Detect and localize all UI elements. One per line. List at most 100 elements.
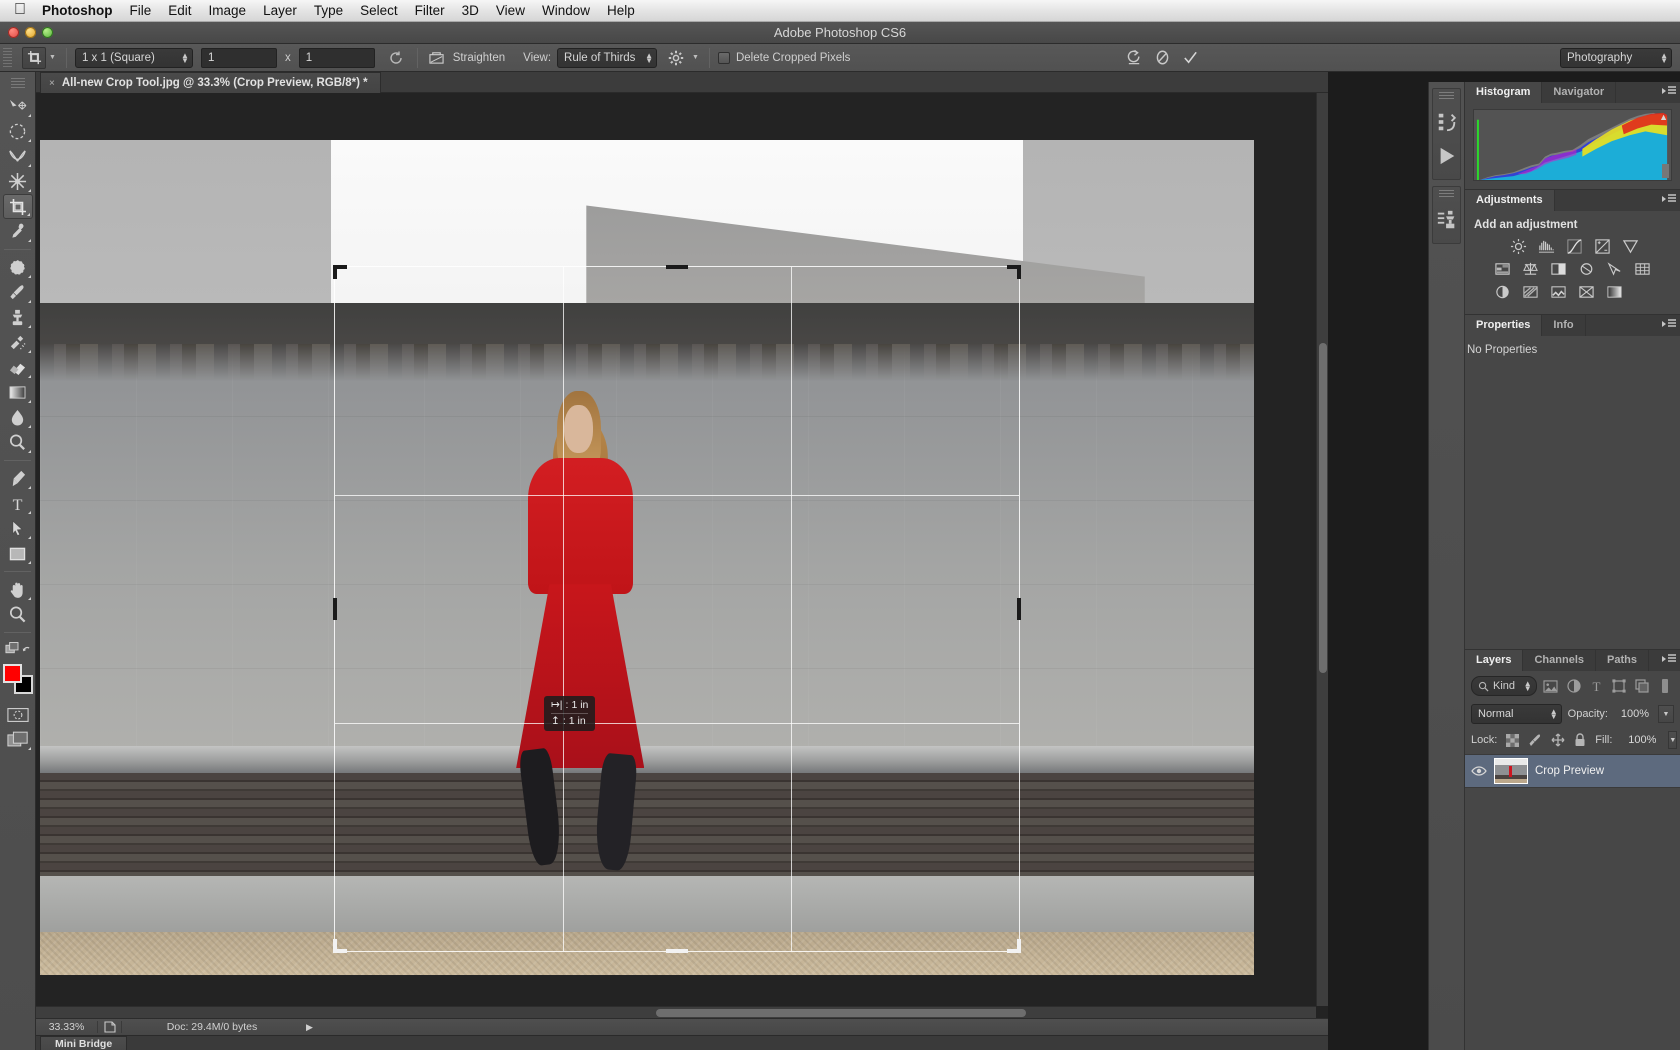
tab-layers[interactable]: Layers (1465, 650, 1523, 671)
zoom-level-field[interactable]: 33.33% (36, 1021, 98, 1033)
menu-file[interactable]: File (130, 3, 152, 18)
horizontal-scroll-thumb[interactable] (656, 1009, 1026, 1017)
delete-cropped-pixels-checkbox[interactable] (718, 52, 730, 64)
panel-menu-icon[interactable] (1662, 194, 1676, 204)
color-balance-icon[interactable] (1519, 260, 1541, 278)
crop-tool[interactable] (3, 194, 33, 219)
straighten-label[interactable]: Straighten (453, 52, 505, 64)
window-controls[interactable] (8, 27, 53, 38)
workspace-stepper-icon[interactable]: ▲▼ (1660, 53, 1668, 63)
quick-mask-icon[interactable] (3, 702, 33, 727)
history-panel-icon[interactable] (1433, 105, 1460, 139)
tool-flyout-icon[interactable] (28, 536, 31, 539)
canvas-vertical-scrollbar[interactable] (1316, 93, 1328, 1006)
panel-menu-icon[interactable] (1662, 654, 1676, 664)
layer-filter-kind-select[interactable]: Kind ▲▼ (1471, 676, 1537, 696)
tool-flyout-icon[interactable] (28, 511, 31, 514)
overlay-stepper-icon[interactable]: ▲▼ (645, 53, 653, 63)
options-bar-gripper[interactable] (3, 48, 12, 68)
tab-navigator[interactable]: Navigator (1542, 82, 1616, 103)
tool-flyout-icon[interactable] (28, 239, 31, 242)
tool-flyout-icon[interactable] (28, 189, 31, 192)
lock-transparent-pixels-icon[interactable] (1506, 734, 1519, 747)
foreground-color-swatch[interactable] (3, 664, 22, 683)
tool-flyout-icon[interactable] (28, 425, 31, 428)
mini-bridge-tab[interactable]: Mini Bridge (40, 1036, 127, 1050)
aspect-stepper-icon[interactable]: ▲▼ (181, 53, 189, 63)
crop-overlay-select[interactable]: Rule of Thirds ▲▼ (557, 48, 657, 68)
menu-edit[interactable]: Edit (168, 3, 191, 18)
filter-pixel-icon[interactable] (1542, 677, 1560, 695)
panel-menu-icon[interactable] (1662, 319, 1676, 329)
eye-icon[interactable] (1471, 765, 1487, 777)
gear-caret-icon[interactable]: ▼ (692, 54, 699, 61)
tab-properties[interactable]: Properties (1465, 315, 1542, 336)
apple-logo-icon[interactable]:  (14, 2, 26, 18)
spot-healing-brush-tool[interactable] (3, 255, 33, 280)
opacity-value[interactable]: 100% (1614, 705, 1652, 723)
tab-histogram[interactable]: Histogram (1465, 82, 1542, 103)
commit-checkmark-icon[interactable] (1176, 49, 1204, 66)
edit-in-quick-mask-toggle-row[interactable] (3, 638, 33, 660)
vibrance-icon[interactable] (1619, 237, 1641, 255)
kind-stepper-icon[interactable]: ▲▼ (1524, 681, 1532, 691)
workspace-switcher[interactable]: Photography ▲▼ (1560, 48, 1672, 68)
tool-flyout-icon[interactable] (28, 325, 31, 328)
tool-flyout-icon[interactable] (28, 139, 31, 142)
menu-layer[interactable]: Layer (263, 3, 297, 18)
move-tool[interactable] (3, 94, 33, 119)
image-canvas[interactable]: ↦| : 1 in ↥ : 1 in (40, 140, 1254, 975)
black-white-icon[interactable] (1547, 260, 1569, 278)
hue-saturation-icon[interactable] (1491, 260, 1513, 278)
menu-3d[interactable]: 3D (462, 3, 479, 18)
elliptical-marquee-tool[interactable] (3, 119, 33, 144)
filter-type-icon[interactable]: T (1587, 677, 1605, 695)
table-row[interactable]: Crop Preview (1465, 754, 1680, 788)
exposure-icon[interactable] (1591, 237, 1613, 255)
rectangle-tool[interactable] (3, 541, 33, 566)
tool-preset-caret-icon[interactable]: ▼ (49, 54, 56, 61)
blend-stepper-icon[interactable]: ▲▼ (1550, 709, 1558, 719)
brush-tool[interactable] (3, 280, 33, 305)
menu-type[interactable]: Type (314, 3, 343, 18)
fill-dropdown-icon[interactable]: ▼ (1668, 731, 1677, 749)
blur-tool[interactable] (3, 405, 33, 430)
screen-mode-icon[interactable] (3, 727, 33, 752)
panel-menu-icon[interactable] (1662, 86, 1676, 96)
tool-flyout-icon[interactable] (28, 114, 31, 117)
tool-flyout-icon[interactable] (27, 213, 30, 216)
blend-mode-select[interactable]: Normal ▲▼ (1471, 704, 1562, 724)
tool-flyout-icon[interactable] (28, 597, 31, 600)
crop-aspect-preset-select[interactable]: 1 x 1 (Square) ▲▼ (75, 48, 193, 68)
tool-flyout-icon[interactable] (28, 375, 31, 378)
document-window[interactable]: ↦| : 1 in ↥ : 1 in (36, 93, 1328, 1018)
icon-group-gripper[interactable] (1439, 190, 1454, 199)
foreground-background-colors[interactable] (3, 664, 33, 694)
crop-width-input[interactable]: 1 (201, 48, 277, 68)
crop-options-gear-icon[interactable] (663, 50, 689, 66)
cancel-icon[interactable] (1148, 49, 1176, 66)
menu-photoshop[interactable]: Photoshop (42, 3, 113, 18)
tool-flyout-icon[interactable] (28, 486, 31, 489)
eraser-tool[interactable] (3, 355, 33, 380)
tab-adjustments[interactable]: Adjustments (1465, 190, 1555, 211)
menu-image[interactable]: Image (209, 3, 247, 18)
clone-stamp-tool[interactable] (3, 305, 33, 330)
levels-icon[interactable] (1535, 237, 1557, 255)
document-size-icon[interactable] (98, 1021, 122, 1033)
filter-adjustment-icon[interactable] (1565, 677, 1583, 695)
menu-window[interactable]: Window (542, 3, 590, 18)
lock-all-icon[interactable] (1574, 733, 1586, 747)
menu-filter[interactable]: Filter (415, 3, 445, 18)
crop-height-input[interactable]: 1 (299, 48, 375, 68)
document-tab[interactable]: × All-new Crop Tool.jpg @ 33.3% (Crop Pr… (40, 72, 381, 93)
layer-thumbnail[interactable] (1494, 758, 1528, 784)
tool-flyout-icon[interactable] (28, 350, 31, 353)
quick-selection-tool[interactable] (3, 169, 33, 194)
minimize-window-button[interactable] (25, 27, 36, 38)
pen-tool[interactable] (3, 466, 33, 491)
hand-tool[interactable] (3, 577, 33, 602)
tab-paths[interactable]: Paths (1596, 650, 1649, 671)
filter-shape-icon[interactable] (1610, 677, 1628, 695)
straighten-icon[interactable] (426, 50, 448, 65)
